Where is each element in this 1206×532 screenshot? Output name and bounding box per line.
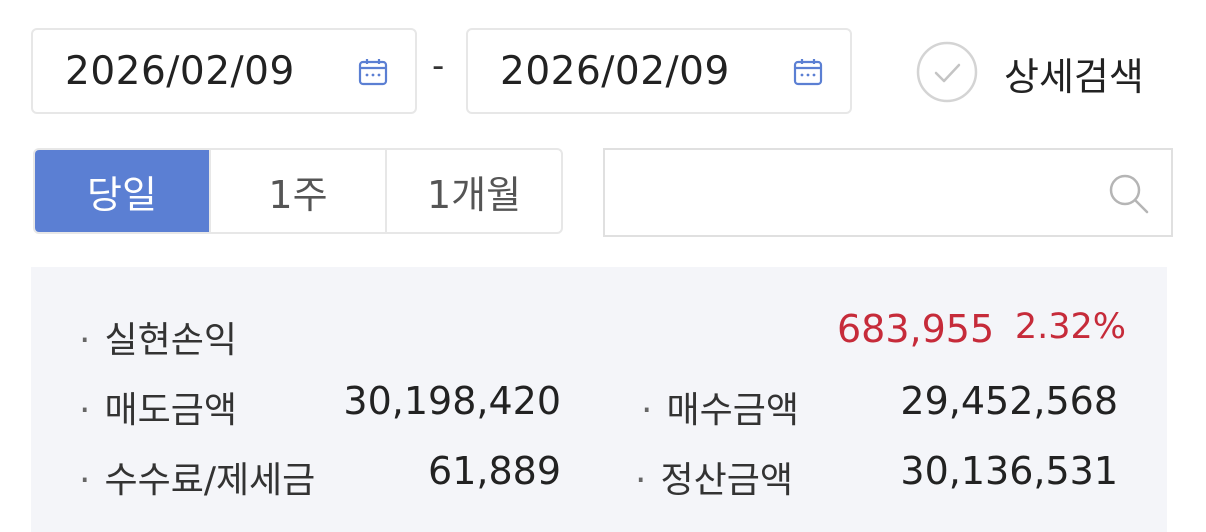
search-icon[interactable] xyxy=(1105,170,1153,218)
search-input[interactable] xyxy=(603,148,1173,237)
period-1month-button[interactable]: 1개월 xyxy=(385,150,561,232)
realized-pnl-label: · 실현손익 xyxy=(79,320,237,361)
end-date-value: 2026/02/09 xyxy=(500,48,730,94)
settlement-label: · 정산금액 xyxy=(635,460,793,501)
calendar-icon[interactable] xyxy=(792,56,824,88)
date-range-separator: - xyxy=(432,46,445,86)
period-1week-button[interactable]: 1주 xyxy=(209,150,385,232)
end-date-field[interactable]: 2026/02/09 xyxy=(466,28,852,114)
calendar-icon[interactable] xyxy=(357,56,389,88)
buy-amount-label: · 매수금액 xyxy=(641,390,799,431)
trade-summary-panel: · 실현손익 683,955 2.32% · 매도금액 30,198,420 · 매수… xyxy=(31,267,1167,532)
realized-pnl-rate: 2.32% xyxy=(1014,307,1126,347)
settlement-value: 30,136,531 xyxy=(900,449,1118,493)
fee-tax-label: · 수수료/제세금 xyxy=(79,460,316,501)
detail-search-label[interactable]: 상세검색 xyxy=(1004,46,1144,101)
period-today-button[interactable]: 당일 xyxy=(35,150,209,232)
period-selector: 당일 1주 1개월 xyxy=(33,148,563,234)
buy-amount-value: 29,452,568 xyxy=(900,379,1118,423)
realized-pnl-amount: 683,955 xyxy=(837,307,995,351)
start-date-value: 2026/02/09 xyxy=(65,48,295,94)
sell-amount-label: · 매도금액 xyxy=(79,390,237,431)
sell-amount-value: 30,198,420 xyxy=(343,379,561,423)
check-circle-icon[interactable] xyxy=(915,40,979,104)
start-date-field[interactable]: 2026/02/09 xyxy=(31,28,417,114)
fee-tax-value: 61,889 xyxy=(428,449,561,493)
